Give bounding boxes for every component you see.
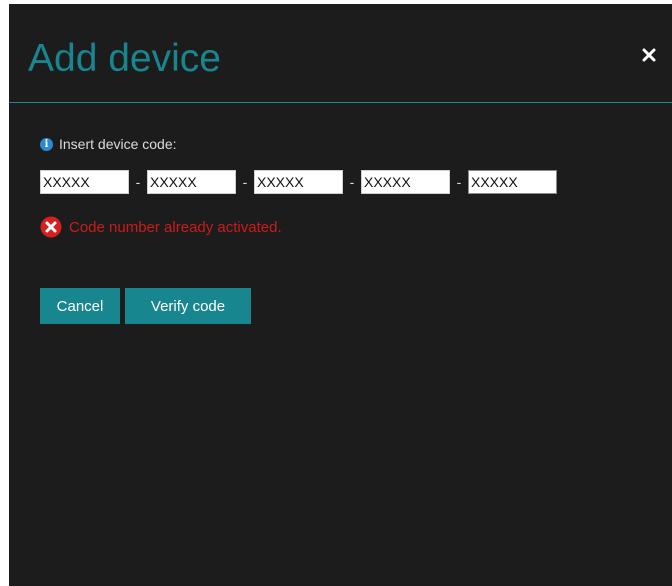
code-prompt-label: Insert device code: bbox=[59, 136, 177, 152]
device-code-fields: - - - - bbox=[40, 170, 557, 194]
error-message: Code number already activated. bbox=[40, 215, 282, 239]
dialog-title: Add device bbox=[28, 37, 221, 80]
code-separator: - bbox=[242, 174, 248, 190]
close-icon bbox=[642, 48, 656, 62]
close-button[interactable] bbox=[641, 47, 657, 63]
verify-code-button[interactable]: Verify code bbox=[125, 288, 251, 324]
error-text: Code number already activated. bbox=[69, 218, 282, 236]
code-field-2[interactable] bbox=[147, 170, 236, 194]
add-device-dialog: Add device i Insert device code: - - - -… bbox=[9, 4, 672, 586]
cancel-button[interactable]: Cancel bbox=[40, 288, 120, 324]
error-icon bbox=[40, 216, 62, 238]
code-field-1[interactable] bbox=[40, 170, 129, 194]
code-prompt: i Insert device code: bbox=[40, 135, 177, 153]
code-field-3[interactable] bbox=[254, 170, 343, 194]
info-icon: i bbox=[40, 137, 53, 151]
code-separator: - bbox=[456, 174, 462, 190]
code-separator: - bbox=[135, 174, 141, 190]
code-field-5[interactable] bbox=[468, 170, 557, 194]
code-field-4[interactable] bbox=[361, 170, 450, 194]
dialog-header: Add device bbox=[9, 4, 672, 103]
code-separator: - bbox=[349, 174, 355, 190]
